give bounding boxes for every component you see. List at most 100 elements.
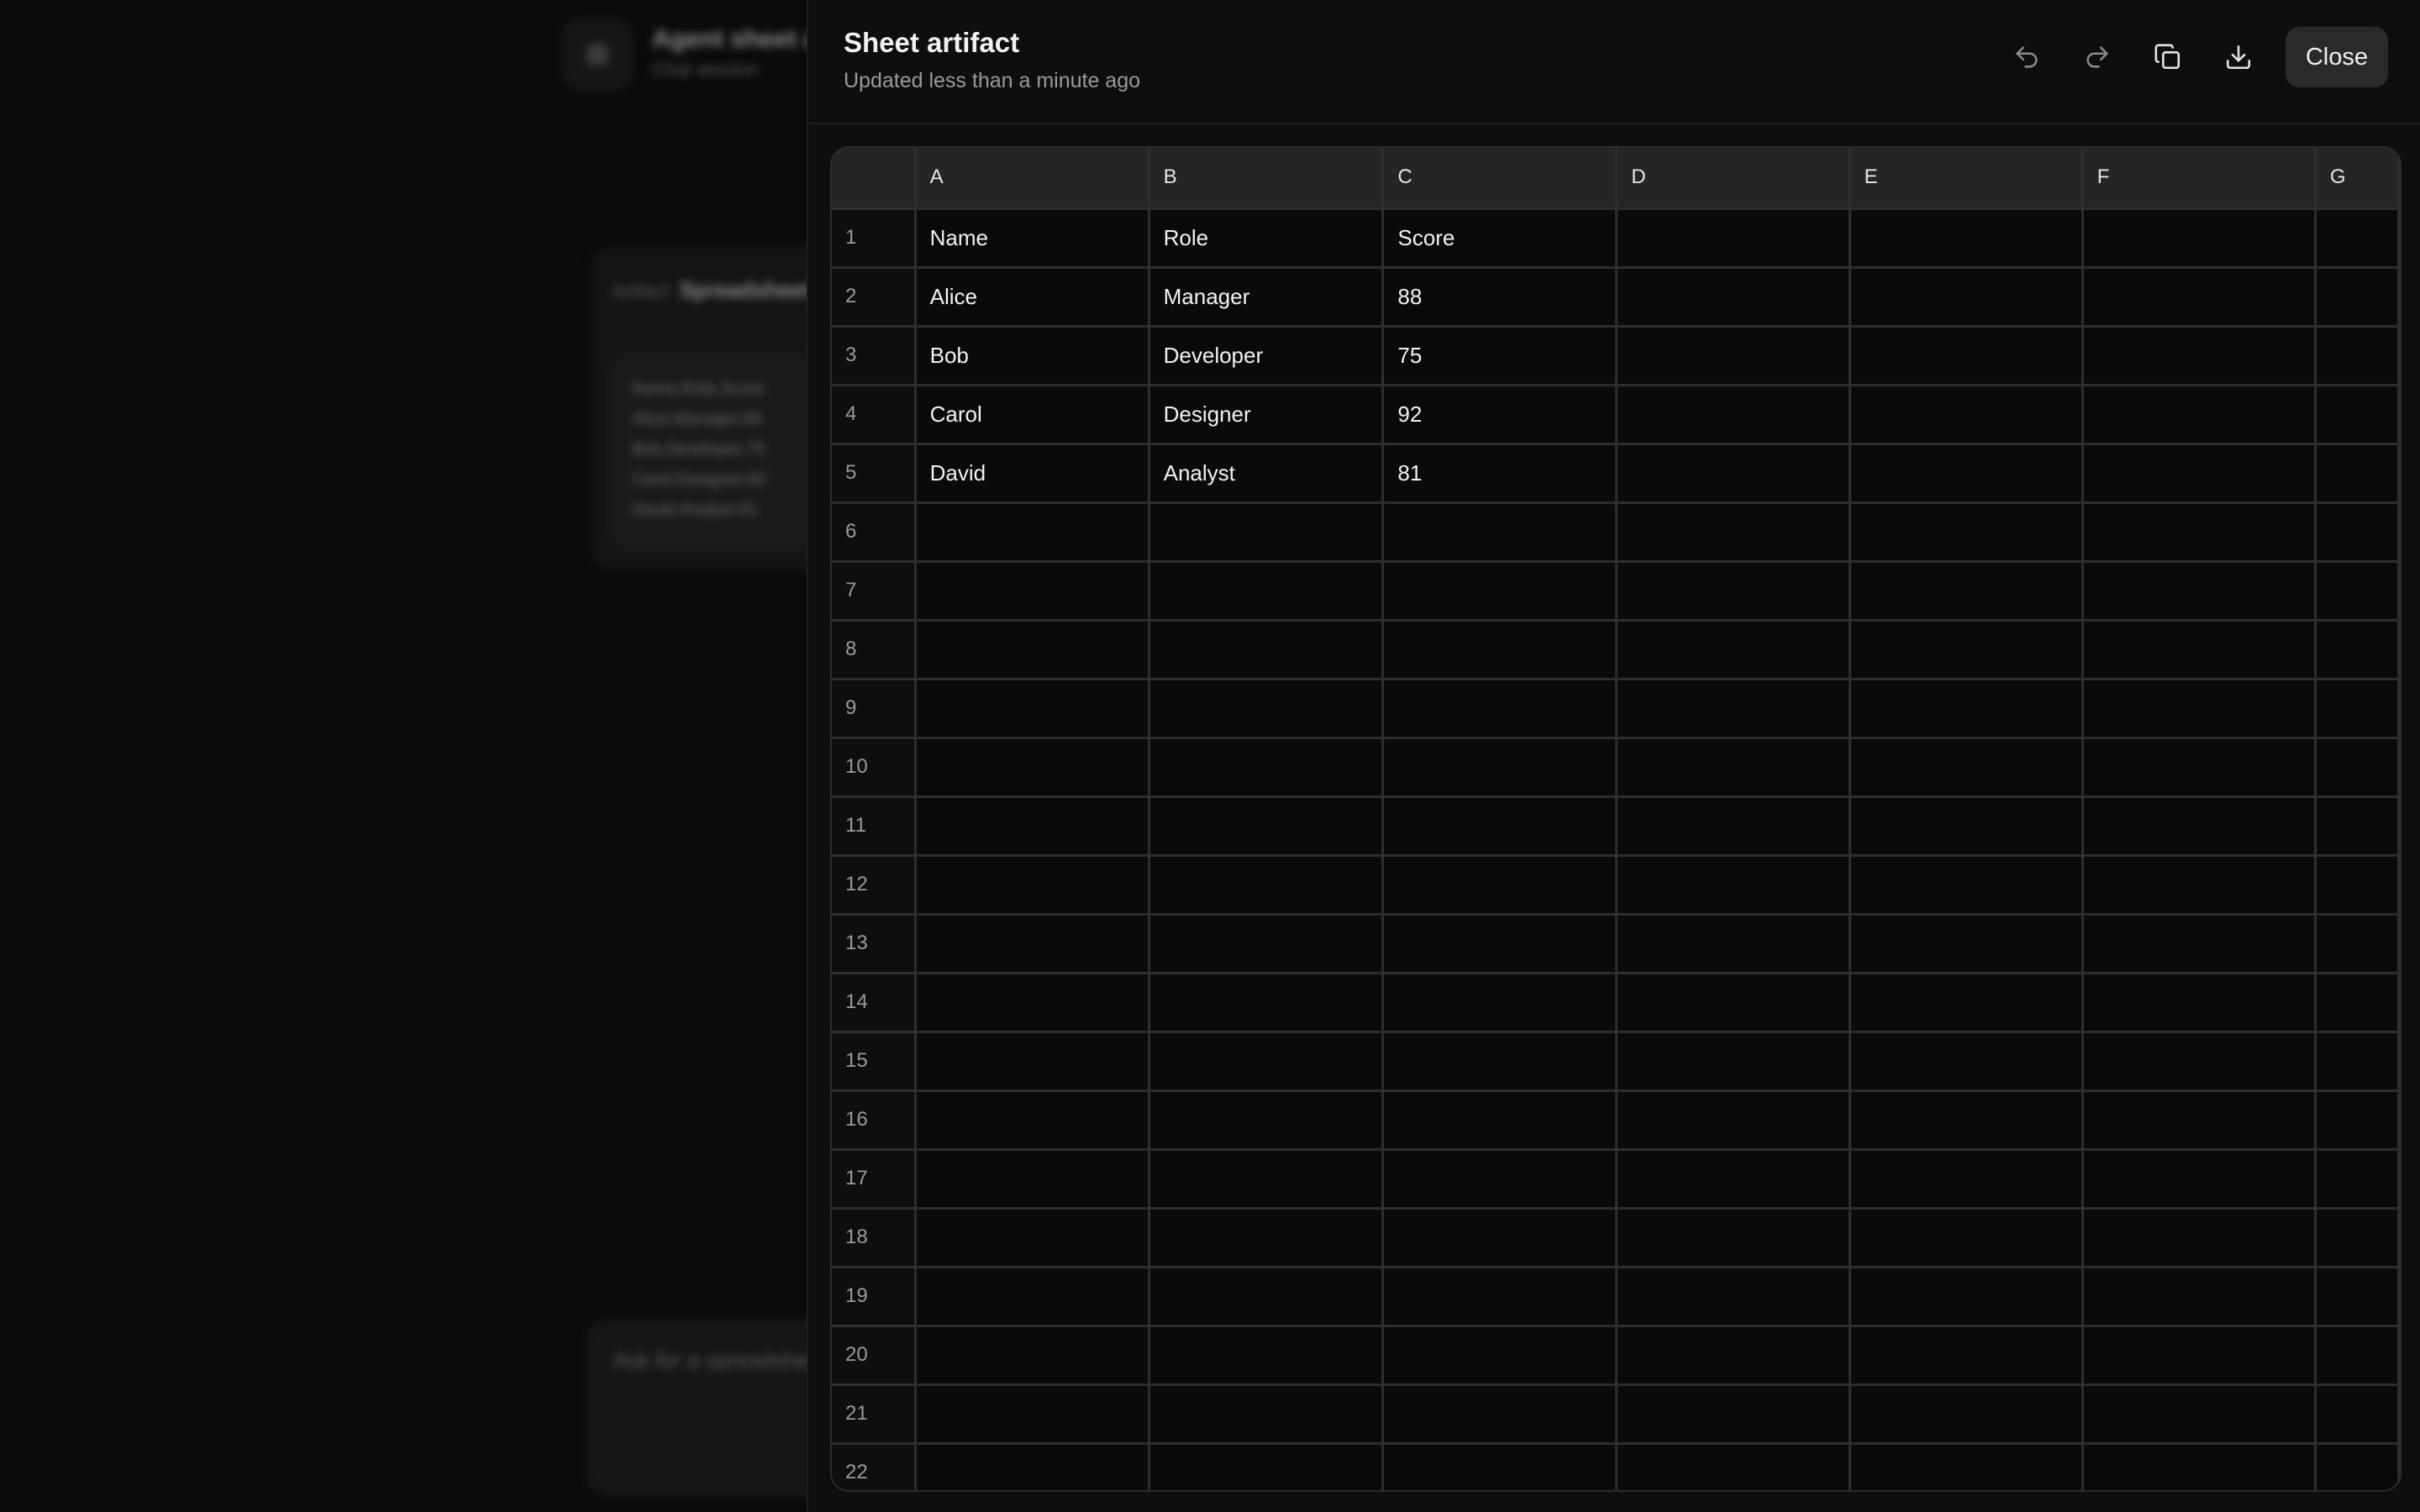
sheet-cell[interactable]: 81 [1381,442,1618,504]
column-header[interactable]: G [2313,148,2400,210]
sheet-cell[interactable] [913,1206,1150,1268]
sheet-cell[interactable] [1147,559,1385,622]
copy-button[interactable] [2133,27,2203,87]
sheet-cell[interactable] [2081,736,2317,798]
sheet-cell[interactable] [2081,1030,2317,1092]
sheet-cell[interactable]: Role [1147,207,1385,269]
sheet-cell[interactable] [1147,1147,1385,1210]
sheet-cell[interactable] [2313,971,2400,1033]
sheet-cell[interactable]: Analyst [1147,442,1385,504]
sheet-cell[interactable] [1615,383,1851,445]
sheet-cell[interactable] [1381,795,1618,857]
sheet-cell[interactable] [1615,207,1851,269]
sheet-cell[interactable] [1147,912,1385,974]
sheet-cell[interactable] [2081,1089,2317,1151]
sheet-cell[interactable] [913,912,1150,974]
sheet-cell[interactable] [1615,736,1851,798]
sheet-cell[interactable] [913,1030,1150,1092]
sheet-cell[interactable] [1848,677,2084,739]
column-header[interactable]: E [1848,148,2084,210]
sheet-cell[interactable] [2313,1147,2400,1210]
sheet-cell[interactable] [913,559,1150,622]
column-header[interactable]: C [1381,148,1618,210]
sheet-cell[interactable] [913,1441,1150,1490]
sheet-cell[interactable] [1147,501,1385,563]
sheet-cell[interactable] [2081,559,2317,622]
sheet-cell[interactable] [1615,971,1851,1033]
sheet-cell[interactable] [1147,618,1385,680]
sheet-cell[interactable] [1615,1030,1851,1092]
column-header[interactable]: F [2081,148,2317,210]
sheet-cell[interactable] [1848,207,2084,269]
sheet-cell[interactable] [2081,618,2317,680]
sheet-cell[interactable] [1848,265,2084,328]
sheet-cell[interactable] [1615,1383,1851,1445]
sheet-cell[interactable] [1848,1324,2084,1386]
sheet-cell[interactable] [1147,1089,1385,1151]
sheet-cell[interactable]: Bob [913,324,1150,386]
row-header[interactable]: 20 [832,1324,917,1386]
row-header[interactable]: 21 [832,1383,917,1445]
sheet-cell[interactable] [1381,1265,1618,1327]
sheet-cell[interactable] [913,1324,1150,1386]
sheet-cell[interactable] [1848,501,2084,563]
sheet-cell[interactable] [2081,1265,2317,1327]
sheet-cell[interactable] [1615,677,1851,739]
sheet-cell[interactable] [1381,1147,1618,1210]
sheet-cell[interactable] [1848,618,2084,680]
row-header[interactable]: 15 [832,1030,917,1092]
sheet-cell[interactable] [2313,265,2400,328]
sheet-cell[interactable] [2313,501,2400,563]
sheet-cell[interactable] [2313,1441,2400,1490]
row-header[interactable]: 7 [832,559,917,622]
sheet-cell[interactable] [1147,853,1385,916]
sheet-cell[interactable] [1615,795,1851,857]
row-header[interactable]: 3 [832,324,917,386]
sheet-cell[interactable] [1381,1441,1618,1490]
sheet-cell[interactable] [2313,912,2400,974]
sheet-cell[interactable]: David [913,442,1150,504]
sheet-cell[interactable] [913,1265,1150,1327]
sheet-cell[interactable] [2313,207,2400,269]
sheet-cell[interactable]: Alice [913,265,1150,328]
sheet-cell[interactable] [1615,501,1851,563]
sheet-cell[interactable] [1848,853,2084,916]
sheet-cell[interactable] [2081,971,2317,1033]
sheet-cell[interactable] [2313,1265,2400,1327]
sheet-cell[interactable] [1848,442,2084,504]
sheet-cell[interactable] [2313,559,2400,622]
sheet-cell[interactable] [1615,1324,1851,1386]
row-header[interactable]: 6 [832,501,917,563]
sheet-cell[interactable] [1147,1324,1385,1386]
sheet-cell[interactable] [1848,1030,2084,1092]
sheet-cell[interactable] [1848,559,2084,622]
row-header[interactable]: 5 [832,442,917,504]
row-header[interactable]: 8 [832,618,917,680]
sheet-cell[interactable] [1615,1089,1851,1151]
sheet-cell[interactable] [1615,324,1851,386]
sheet-cell[interactable]: Developer [1147,324,1385,386]
sheet-cell[interactable] [1147,1030,1385,1092]
sheet-cell[interactable] [2313,383,2400,445]
sheet-cell[interactable]: 75 [1381,324,1618,386]
sheet-cell[interactable] [1147,971,1385,1033]
sheet-cell[interactable] [1615,265,1851,328]
sheet-cell[interactable] [913,501,1150,563]
sheet-cell[interactable] [2313,853,2400,916]
column-header[interactable]: A [913,148,1150,210]
sheet-cell[interactable] [1615,1441,1851,1490]
sheet-cell[interactable]: Name [913,207,1150,269]
sheet-cell[interactable] [1615,618,1851,680]
row-header[interactable]: 13 [832,912,917,974]
sheet-cell[interactable] [1147,677,1385,739]
sheet-cell[interactable] [1381,501,1618,563]
row-header[interactable]: 10 [832,736,917,798]
sheet-cell[interactable] [1615,442,1851,504]
row-header[interactable]: 17 [832,1147,917,1210]
sheet-cell[interactable] [1381,559,1618,622]
sheet-cell[interactable] [2081,1206,2317,1268]
sheet-cell[interactable] [1381,736,1618,798]
sheet-cell[interactable] [1381,971,1618,1033]
sheet-cell[interactable] [2081,795,2317,857]
sheet-cell[interactable] [1615,1206,1851,1268]
